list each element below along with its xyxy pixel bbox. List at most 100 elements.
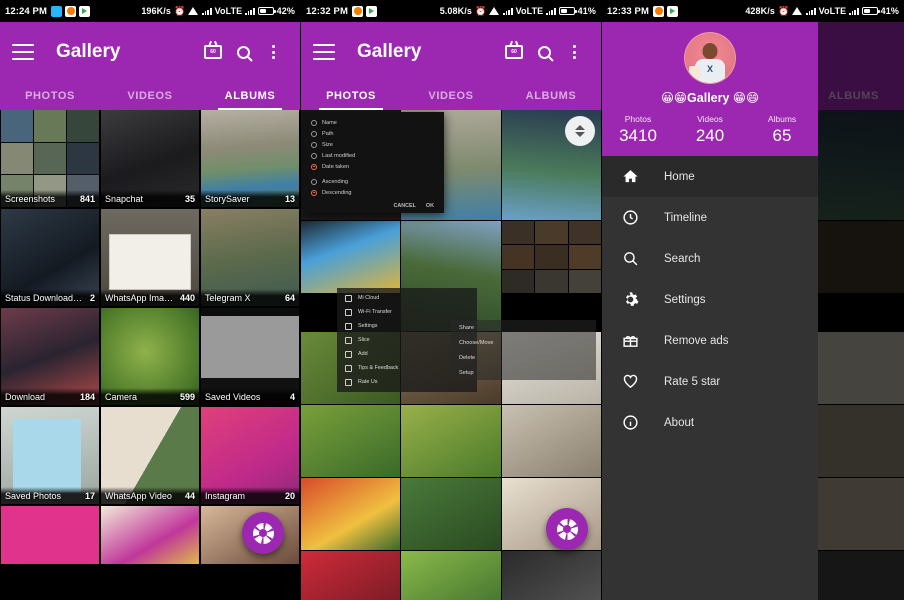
wifi-icon	[489, 7, 500, 15]
search-icon	[236, 45, 250, 59]
gift-icon	[620, 331, 640, 351]
album-count: 13	[284, 193, 295, 204]
side-menu-item[interactable]: Mi Cloud	[337, 291, 477, 305]
album-item[interactable]: Snapchat 35	[101, 110, 199, 207]
camera-fab[interactable]	[546, 508, 588, 550]
side-menu-item[interactable]: Wi-Fi Transfer	[337, 305, 477, 319]
photo-cell[interactable]	[301, 551, 401, 600]
album-item[interactable]: Instagram 20	[201, 407, 299, 504]
sort-order-option[interactable]: Descending	[303, 187, 444, 198]
radio-icon	[311, 119, 317, 126]
drawer-item-home[interactable]: Home	[602, 156, 818, 197]
drawer-item-label: Timeline	[664, 211, 708, 224]
album-item[interactable]: Download 184	[1, 308, 99, 405]
drawer-item-settings[interactable]: Settings	[602, 279, 818, 320]
stat-value: 3410	[619, 126, 657, 145]
album-count: 20	[284, 490, 295, 501]
gear-icon	[345, 322, 352, 330]
photo-cell[interactable]	[401, 551, 501, 600]
hamburger-icon[interactable]	[12, 44, 34, 60]
photo-cell[interactable]	[501, 405, 601, 477]
camera-fab[interactable]	[242, 512, 284, 554]
photo-cell[interactable]	[301, 478, 401, 550]
tab-photos[interactable]: PHOTOS	[0, 82, 100, 110]
album-item[interactable]: Screenshots 841	[1, 110, 99, 207]
tab-photos[interactable]: PHOTOS	[301, 82, 401, 110]
album-item[interactable]: StorySaver 13	[201, 110, 299, 207]
tab-videos[interactable]: VIDEOS	[100, 82, 200, 110]
album-count: 17	[84, 490, 95, 501]
drawer-item-search[interactable]: Search	[602, 238, 818, 279]
side-menu-label: Slice	[358, 337, 370, 343]
sort-option[interactable]: Size	[303, 139, 444, 150]
side-menu-label: Settings	[358, 323, 378, 329]
battery-icon	[558, 7, 577, 15]
battery-percent: 41%	[880, 6, 899, 16]
album-count: 184	[79, 391, 95, 402]
photo-cell[interactable]	[501, 551, 601, 600]
alarm-icon: ⏰	[173, 5, 186, 16]
avatar[interactable]	[684, 32, 736, 84]
home-icon	[620, 167, 640, 187]
drawer-menu: Home Timeline Search Settings Remove ads…	[602, 156, 818, 600]
stat-value: 65	[772, 126, 792, 145]
cancel-button[interactable]: CANCEL	[393, 203, 415, 209]
vlc-icon	[653, 5, 664, 17]
tv-icon: 60	[505, 45, 523, 59]
album-item[interactable]: Status Downloader fo... 2	[1, 209, 99, 306]
tab-albums[interactable]: ALBUMS	[200, 82, 300, 110]
tab-albums[interactable]: ALBUMS	[501, 82, 601, 110]
context-menu-item[interactable]: Setup	[451, 365, 596, 380]
photo-thumbnail-cluster	[501, 221, 601, 293]
album-item[interactable]: Saved Videos 4	[201, 308, 299, 405]
status-bar: 12:32 PM 5.08K/s ⏰ VoLTE 41%	[301, 0, 601, 22]
album-caption: Download 184	[1, 388, 99, 405]
photo-cell[interactable]	[401, 478, 501, 550]
photo-cell[interactable]	[501, 221, 601, 293]
drawer-item-remove-ads[interactable]: Remove ads	[602, 320, 818, 361]
timeline-icon	[620, 208, 640, 228]
scroll-updown-icon[interactable]	[565, 116, 595, 146]
twitter-icon	[51, 5, 62, 17]
album-name: Download	[5, 391, 46, 402]
overflow-button[interactable]	[559, 37, 589, 67]
context-menu-item[interactable]: Share	[451, 320, 596, 335]
wifi-icon	[792, 7, 803, 15]
context-menu-item[interactable]: Choose/Move	[451, 335, 596, 350]
drawer-item-label: Search	[664, 252, 701, 265]
notification-icons	[51, 5, 90, 17]
album-item[interactable]	[1, 506, 99, 564]
album-item[interactable]: Saved Photos 17	[1, 407, 99, 504]
sort-option[interactable]: Date taken	[303, 161, 444, 172]
search-button[interactable]	[228, 37, 258, 67]
cast-button[interactable]: 60	[499, 37, 529, 67]
overflow-button[interactable]	[258, 37, 288, 67]
tab-bar: PHOTOS VIDEOS ALBUMS	[0, 82, 300, 110]
drawer-item-rate[interactable]: Rate 5 star	[602, 361, 818, 402]
battery-icon	[257, 7, 276, 15]
photo-cell[interactable]	[301, 405, 401, 477]
sort-option[interactable]: Name	[303, 117, 444, 128]
drawer-item-timeline[interactable]: Timeline	[602, 197, 818, 238]
album-item[interactable]: WhatsApp Images 440	[101, 209, 199, 306]
album-item[interactable]: WhatsApp Video 44	[101, 407, 199, 504]
album-name: WhatsApp Video	[105, 490, 172, 501]
cast-button[interactable]: 60	[198, 37, 228, 67]
ok-button[interactable]: OK	[426, 203, 434, 209]
photo-cell[interactable]	[301, 221, 401, 293]
album-item[interactable]: Camera 599	[101, 308, 199, 405]
album-item[interactable]	[101, 506, 199, 564]
drawer-item-about[interactable]: About	[602, 402, 818, 443]
sort-option[interactable]: Path	[303, 128, 444, 139]
photo-cell[interactable]	[401, 405, 501, 477]
tv-icon: 60	[204, 45, 222, 59]
profile-name: 😀😁Gallery 😁😄	[661, 91, 759, 105]
hamburger-icon[interactable]	[313, 44, 335, 60]
sort-option[interactable]: Last modified	[303, 150, 444, 161]
album-item[interactable]: Telegram X 64	[201, 209, 299, 306]
tab-videos[interactable]: VIDEOS	[401, 82, 501, 110]
sort-order-option[interactable]: Ascending	[303, 176, 444, 187]
search-button[interactable]	[529, 37, 559, 67]
network-type: VoLTE	[214, 6, 243, 16]
context-menu-item[interactable]: Delete	[451, 350, 596, 365]
